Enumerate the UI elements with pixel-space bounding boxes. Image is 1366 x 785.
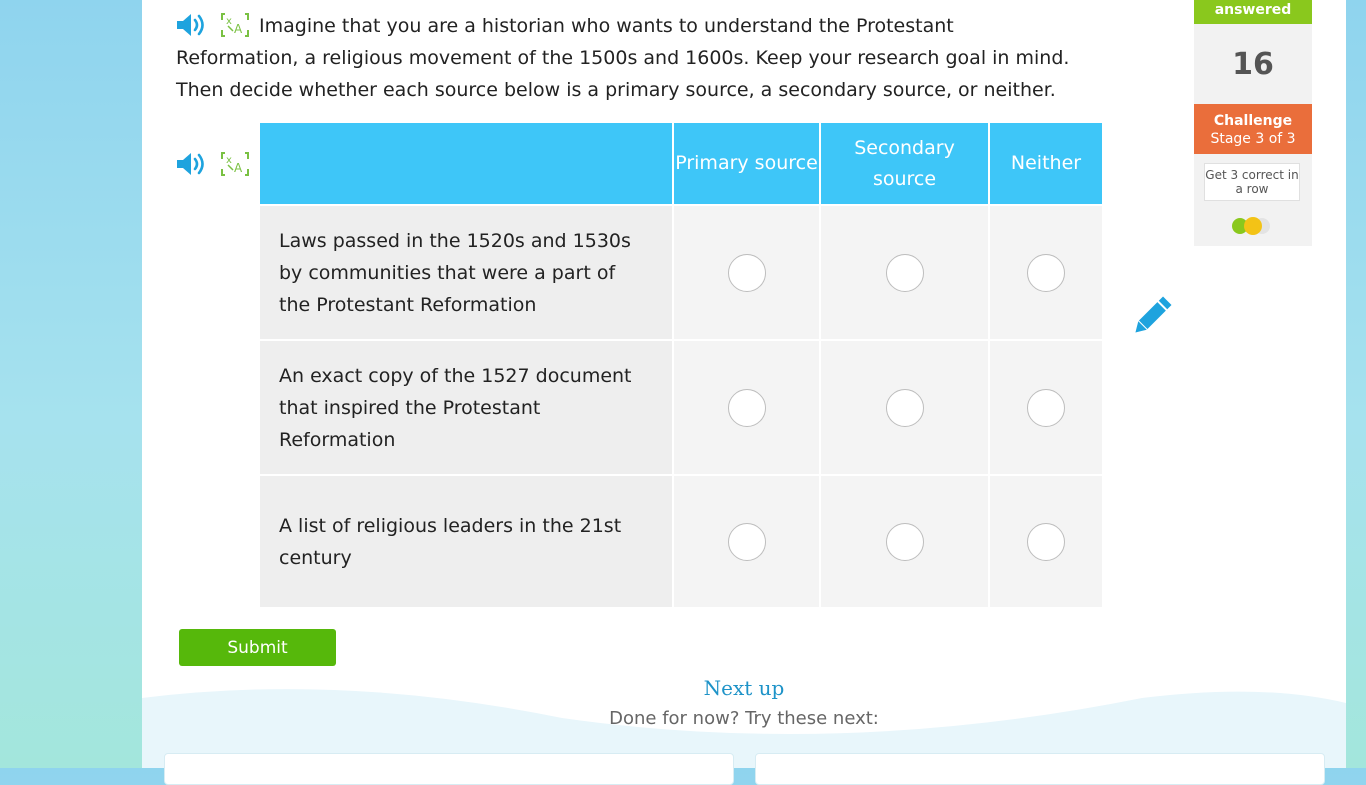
row-label-list: A list of religious leaders in the 21st … <box>260 476 672 607</box>
svg-text:A: A <box>234 161 243 175</box>
challenge-banner: Challenge Stage 3 of 3 <box>1194 104 1312 154</box>
answered-count: 16 <box>1194 24 1312 104</box>
radio-laws-primary[interactable] <box>727 253 766 292</box>
radio-list-secondary[interactable] <box>885 522 924 561</box>
radio-copy-primary[interactable] <box>727 388 766 427</box>
column-header-primary: Primary source <box>674 123 819 204</box>
radio-list-neither[interactable] <box>1027 522 1065 561</box>
progress-dot-current <box>1244 217 1262 235</box>
column-header-secondary: Secondary source <box>821 123 988 204</box>
source-classification-table: Primary source Secondary source Neither … <box>260 123 1102 607</box>
speaker-icon[interactable] <box>176 151 208 177</box>
next-up-title: Next up <box>703 676 785 700</box>
radio-laws-secondary[interactable] <box>885 253 924 292</box>
option-cell[interactable] <box>990 341 1102 474</box>
radio-laws-neither[interactable] <box>1027 253 1065 292</box>
goal-text: Get 3 correct in a row <box>1204 163 1300 201</box>
question-text: Imagine that you are a historian who wan… <box>176 15 1070 101</box>
option-cell[interactable] <box>821 341 988 474</box>
next-up-subtitle: Done for now? Try these next: <box>609 708 879 729</box>
next-up-card[interactable] <box>755 753 1325 785</box>
option-cell[interactable] <box>674 206 819 339</box>
challenge-stage: Stage 3 of 3 <box>1210 131 1296 147</box>
header-blank-cell <box>260 123 672 204</box>
column-header-neither: Neither <box>990 123 1102 204</box>
next-up-card[interactable] <box>164 753 734 785</box>
challenge-title: Challenge <box>1213 113 1293 129</box>
answered-label: answered <box>1194 0 1312 24</box>
svg-text:x: x <box>226 155 232 166</box>
option-cell[interactable] <box>674 341 819 474</box>
option-cell[interactable] <box>821 476 988 607</box>
row-label-laws: Laws passed in the 1520s and 1530s by co… <box>260 206 672 339</box>
option-cell[interactable] <box>990 476 1102 607</box>
practice-page: x A Imagine that you are a historian who… <box>142 0 1346 785</box>
submit-button[interactable]: Submit <box>179 629 336 666</box>
radio-list-primary[interactable] <box>727 522 766 561</box>
option-cell[interactable] <box>990 206 1102 339</box>
row-label-copy: An exact copy of the 1527 document that … <box>260 341 672 474</box>
option-cell[interactable] <box>821 206 988 339</box>
goal-panel: Get 3 correct in a row <box>1194 154 1312 246</box>
table-audio-tools: x A <box>176 151 250 177</box>
pencil-icon[interactable] <box>1128 294 1174 344</box>
radio-copy-secondary[interactable] <box>885 388 924 427</box>
progress-dots <box>1232 217 1270 235</box>
option-cell[interactable] <box>674 476 819 607</box>
radio-copy-neither[interactable] <box>1027 388 1065 427</box>
translate-icon[interactable]: x A <box>220 151 250 177</box>
